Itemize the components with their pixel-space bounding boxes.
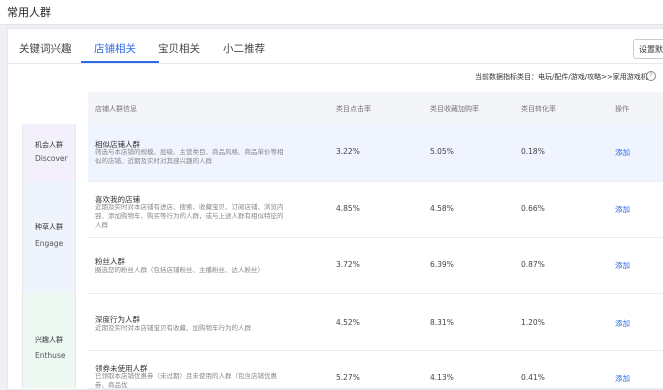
add-button[interactable]: 添加 [615, 147, 630, 158]
conversion-value: 0.41% [521, 373, 545, 382]
ctr-value: 5.27% [336, 373, 360, 382]
category-discover: 机会人群 Discover [22, 124, 76, 181]
add-button[interactable]: 添加 [615, 204, 630, 215]
category-engage: 种草人群 Engage [22, 181, 76, 293]
table-row: 相似店铺人群 筛选与本店铺的规模、层级、主营类目、商品风格、商品单价等相似的店铺… [88, 124, 663, 182]
header-conversion-rate: 类目转化率 [521, 105, 556, 113]
table-row: 喜欢我的店铺 近期及实时对本店铺有进店、搜索、收藏宝贝、订阅店铺、浏览内容、添加… [88, 181, 663, 238]
ctr-value: 4.52% [336, 318, 360, 327]
add-button[interactable]: 添加 [615, 260, 630, 271]
row-description: 近期及实时对本店铺有进店、搜索、收藏宝贝、订阅店铺、浏览内容、添加购物车、购买等… [95, 203, 284, 229]
add-button[interactable]: 添加 [615, 373, 630, 384]
tab-item-related[interactable]: 宝贝相关 [158, 41, 200, 56]
info-icon[interactable]: ? [646, 71, 656, 81]
conversion-value: 0.18% [521, 147, 545, 156]
metric-category-label: 当前数据指标类目：电玩/配件/游戏/攻略>>家用游戏机 [475, 73, 648, 81]
table-row: 领券未使用人群 已领取本店铺优惠券（未过期）且未使用的人群（包含店铺优惠券、商品… [88, 350, 663, 389]
category-en-label: Enthuse [35, 351, 66, 360]
top-bar: 常用人群 [0, 0, 663, 25]
header-ctr: 类目点击率 [336, 105, 371, 113]
add-button[interactable]: 添加 [615, 318, 630, 329]
header-audience-info: 店铺人群信息 [95, 105, 137, 113]
row-description: 已领取本店铺优惠券（未过期）且未使用的人群（包含店铺优惠券、商品优 [95, 372, 277, 389]
ctr-value: 3.22% [336, 147, 360, 156]
row-description: 圈选您的粉丝人群（包括店铺粉丝、主播粉丝、达人粉丝） [95, 266, 264, 274]
tab-store-related[interactable]: 店铺相关 [94, 41, 136, 56]
ctr-value: 3.72% [336, 260, 360, 269]
header-fav-cart-rate: 类目收藏加购率 [430, 105, 479, 113]
category-en-label: Engage [35, 239, 64, 248]
fav-cart-value: 4.58% [430, 204, 454, 213]
category-cn-label: 种草人群 [35, 223, 63, 231]
set-default-button[interactable]: 设置默认 [633, 39, 663, 59]
row-description: 筛选与本店铺的规模、层级、主营类目、商品风格、商品单价等相似的店铺、近期及实时对… [95, 148, 284, 165]
table-row: 粉丝人群 圈选您的粉丝人群（包括店铺粉丝、主播粉丝、达人粉丝） 3.72% 6.… [88, 237, 663, 294]
row-description: 近期及实时对本店铺宝贝有收藏、加购物车行为的人群 [95, 324, 251, 332]
fav-cart-value: 5.05% [430, 147, 454, 156]
category-cn-label: 兴趣人群 [35, 336, 63, 344]
table-header: 店铺人群信息 类目点击率 类目收藏加购率 类目转化率 操作 [88, 92, 663, 124]
conversion-value: 0.66% [521, 204, 545, 213]
fav-cart-value: 4.13% [430, 373, 454, 382]
header-action: 操作 [615, 105, 629, 113]
tab-staff-recommend[interactable]: 小二推荐 [223, 41, 265, 56]
category-cn-label: 机会人群 [35, 141, 63, 149]
ctr-value: 4.85% [336, 204, 360, 213]
tab-bar: 关键词兴趣 店铺相关 宝贝相关 小二推荐 [8, 29, 663, 64]
fav-cart-value: 8.31% [430, 318, 454, 327]
conversion-value: 1.20% [521, 318, 545, 327]
category-enthuse: 兴趣人群 Enthuse [22, 293, 76, 388]
tab-keyword-interest[interactable]: 关键词兴趣 [19, 41, 72, 56]
fav-cart-value: 6.39% [430, 260, 454, 269]
table-row: 深度行为人群 近期及实时对本店铺宝贝有收藏、加购物车行为的人群 4.52% 8.… [88, 293, 663, 351]
category-en-label: Discover [35, 154, 68, 163]
active-tab-indicator [81, 61, 159, 63]
page-title: 常用人群 [7, 6, 51, 19]
conversion-value: 0.87% [521, 260, 545, 269]
